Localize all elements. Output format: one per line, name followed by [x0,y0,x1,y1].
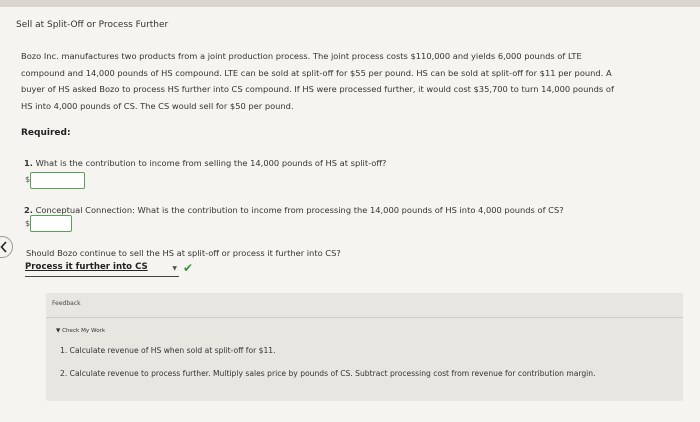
question-1-number: 1. [24,158,33,168]
divider [46,317,683,318]
question-2: 2. Conceptual Connection: What is the co… [24,205,564,215]
problem-statement: Bozo Inc. manufactures two products from… [21,48,691,114]
feedback-label: Feedback [52,300,81,307]
problem-line: HS into 4,000 pounds of CS. The CS would… [21,100,294,111]
question-1: 1. What is the contribution to income fr… [24,158,386,168]
question-1-text: What is the contribution to income from … [35,158,387,168]
answer-1-input[interactable] [30,172,85,189]
hint-1: 1. Calculate revenue of HS when sold at … [60,346,276,355]
dropdown-selected-value: Process it further into CS [25,262,148,272]
check-my-work-label: Check My Work [62,328,106,334]
chevron-left-icon [0,241,7,253]
answer-2-input[interactable] [30,215,72,232]
question-2-text: Conceptual Connection: What is the contr… [35,205,564,215]
problem-line: Bozo Inc. manufactures two products from… [21,51,582,61]
check-my-work-toggle[interactable]: ▼ Check My Work [56,328,105,334]
question-2-number: 2. [24,205,33,215]
question-3-text: Should Bozo continue to sell the HS at s… [26,248,341,258]
problem-title: Sell at Split-Off or Process Further [16,20,169,30]
top-bar [0,0,700,7]
decision-dropdown[interactable]: Process it further into CS ▼ [25,262,179,277]
problem-line: compound and 14,000 pounds of HS compoun… [21,67,612,78]
chevron-down-icon: ▼ [172,265,177,272]
problem-line: buyer of HS asked Bozo to process HS fur… [21,84,614,94]
hint-2: 2. Calculate revenue to process further.… [60,369,596,378]
feedback-panel: Feedback ▼ Check My Work 1. Calculate re… [46,293,683,401]
checkmark-icon: ✔ [183,261,194,275]
triangle-down-icon: ▼ [56,328,61,334]
required-heading: Required: [21,128,71,138]
